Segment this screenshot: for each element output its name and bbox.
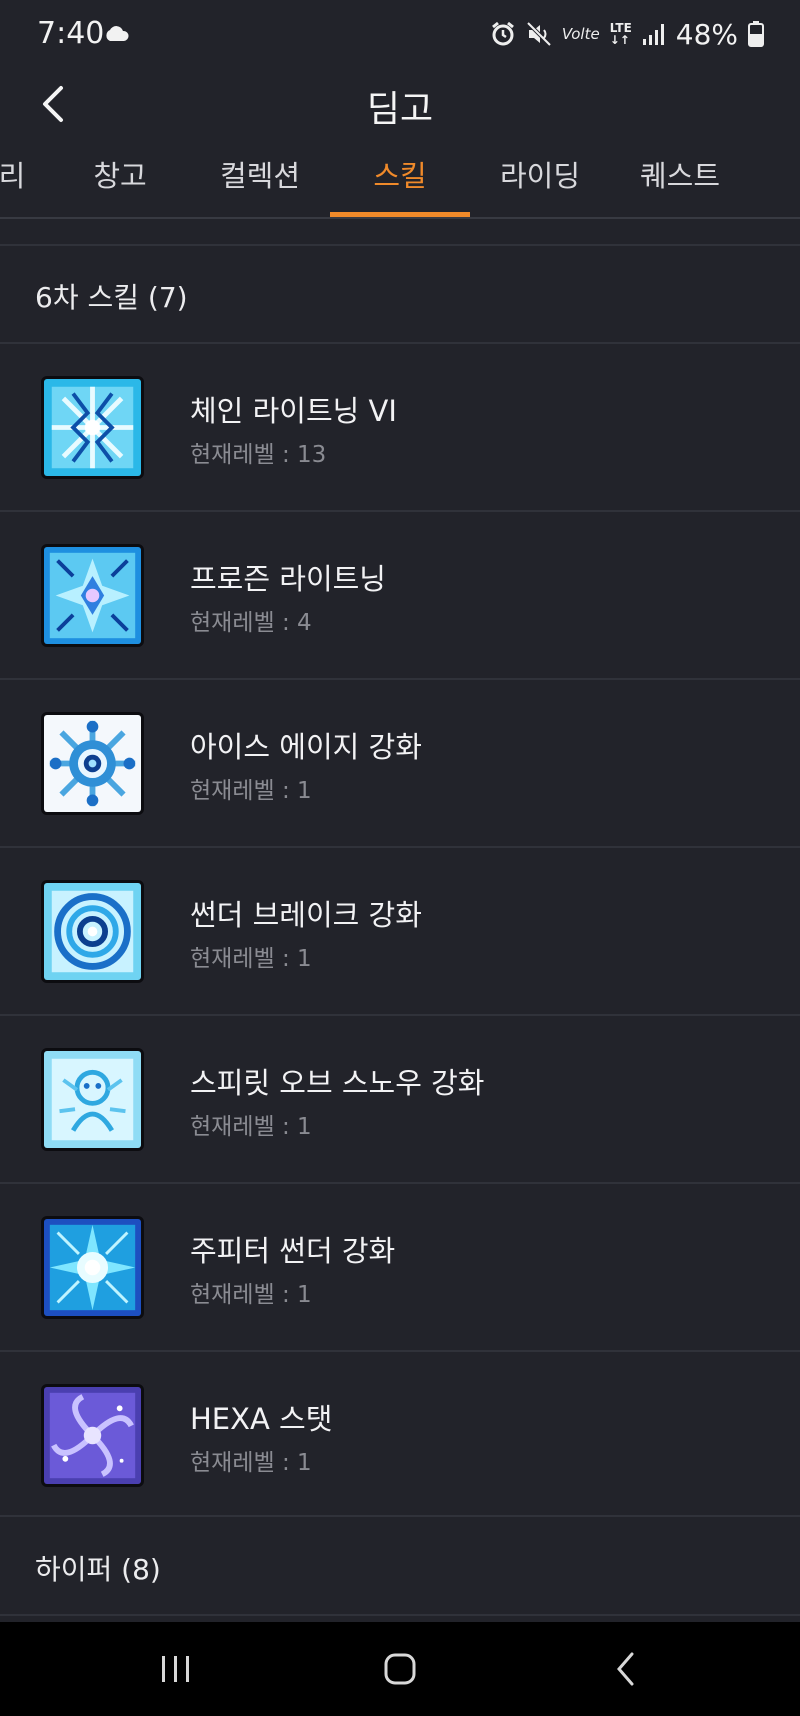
skill-level: 현재레벨 : 1 (190, 1450, 312, 1476)
mute-icon (526, 21, 552, 47)
volte-indicator: Volte (561, 25, 600, 43)
skill-item[interactable]: 주피터 썬더 강화 현재레벨 : 1 (0, 1184, 800, 1350)
skill-level: 현재레벨 : 1 (190, 778, 312, 804)
divider (0, 1515, 800, 1517)
recent-apps-icon (162, 1656, 189, 1682)
skill-name: 체인 라이트닝 VI (190, 394, 397, 428)
skill-item[interactable]: 썬더 브레이크 강화 현재레벨 : 1 (0, 848, 800, 1014)
status-time: 7:40 (37, 16, 105, 51)
skill-name: 프로즌 라이트닝 (190, 562, 386, 596)
skill-name: 썬더 브레이크 강화 (190, 898, 422, 932)
skill-level: 현재레벨 : 13 (190, 442, 327, 468)
tab-pet[interactable]: 펫 (750, 140, 800, 217)
skill-item[interactable]: 아이스 에이지 강화 현재레벨 : 1 (0, 680, 800, 846)
lte-arrows: ↓↑ (609, 33, 630, 47)
skill-level: 현재레벨 : 1 (190, 1282, 312, 1308)
divider (0, 244, 800, 246)
skill-level: 현재레벨 : 1 (190, 1114, 312, 1140)
signal-icon (642, 22, 666, 46)
tab-quest[interactable]: 퀘스트 (610, 140, 750, 217)
app-header: 딤고 (0, 70, 800, 140)
section-title-hyper[interactable]: 하이퍼 (8) (35, 1548, 161, 1588)
ice-age-icon (41, 712, 144, 815)
lte-indicator: LTE ↓↑ (610, 22, 632, 46)
thunder-break-icon (41, 880, 144, 983)
tab-bar: 리 창고 컬렉션 스킬 라이딩 퀘스트 펫 (0, 140, 800, 219)
recent-apps-button[interactable] (136, 1642, 216, 1696)
chain-lightning-icon (41, 376, 144, 479)
divider (0, 1614, 800, 1616)
system-nav-bar (0, 1622, 800, 1716)
tab-riding[interactable]: 라이딩 (470, 140, 610, 217)
battery-icon (748, 21, 764, 47)
tab-collection[interactable]: 컬렉션 (190, 140, 330, 217)
alarm-icon (490, 21, 516, 47)
hexa-stat-icon (41, 1384, 144, 1487)
tab-storage[interactable]: 창고 (50, 140, 190, 217)
skill-name: HEXA 스탯 (190, 1402, 333, 1436)
spirit-of-snow-icon (41, 1048, 144, 1151)
home-icon (384, 1653, 416, 1685)
home-button[interactable] (360, 1642, 440, 1696)
skill-name: 주피터 썬더 강화 (190, 1234, 396, 1268)
page-title: 딤고 (366, 89, 434, 130)
skill-name: 스피릿 오브 스노우 강화 (190, 1066, 485, 1100)
skill-item[interactable]: 프로즌 라이트닝 현재레벨 : 4 (0, 512, 800, 678)
back-nav-button[interactable] (586, 1642, 666, 1696)
skill-item[interactable]: 스피릿 오브 스노우 강화 현재레벨 : 1 (0, 1016, 800, 1182)
back-icon (617, 1652, 634, 1686)
battery-percent: 48% (675, 17, 738, 51)
section-title-6th-skill[interactable]: 6차 스킬 (7) (35, 276, 188, 316)
skill-level: 현재레벨 : 4 (190, 610, 312, 636)
cloud-icon (104, 26, 130, 46)
jupiter-thunder-icon (41, 1216, 144, 1319)
skill-item[interactable]: 체인 라이트닝 VI 현재레벨 : 13 (0, 344, 800, 510)
skill-name: 아이스 에이지 강화 (190, 730, 422, 764)
skill-level: 현재레벨 : 1 (190, 946, 312, 972)
status-icons: Volte LTE ↓↑ 48% (490, 16, 764, 52)
tab-skill[interactable]: 스킬 (330, 140, 470, 217)
frozen-lightning-icon (41, 544, 144, 647)
status-bar: 7:40 Volte LTE ↓↑ 48% (0, 0, 800, 70)
skill-item[interactable]: HEXA 스탯 현재레벨 : 1 (0, 1352, 800, 1518)
